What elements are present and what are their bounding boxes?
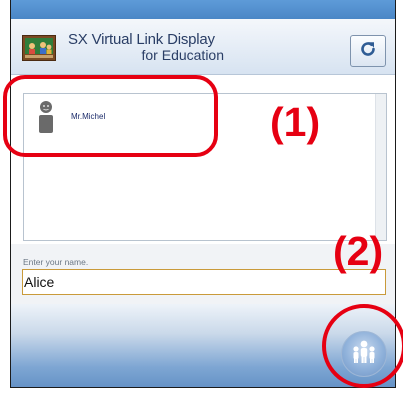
name-field-label: Enter your name. (23, 257, 89, 267)
name-input[interactable] (22, 269, 386, 295)
callout-label-1: (1) (270, 99, 321, 145)
callout-highlight-list-item (3, 75, 218, 157)
title-bar (11, 0, 395, 19)
callout-label-2: (2) (333, 228, 384, 274)
refresh-button[interactable] (350, 35, 386, 67)
app-title: SX Virtual Link Display (68, 31, 215, 48)
list-scrollbar[interactable] (375, 94, 386, 240)
app-subtitle: for Education (141, 47, 225, 63)
refresh-icon (358, 39, 378, 64)
classroom-logo-icon (22, 35, 56, 61)
app-header: SX Virtual Link Display for Education (11, 19, 395, 75)
callout-highlight-join-button (322, 304, 403, 388)
